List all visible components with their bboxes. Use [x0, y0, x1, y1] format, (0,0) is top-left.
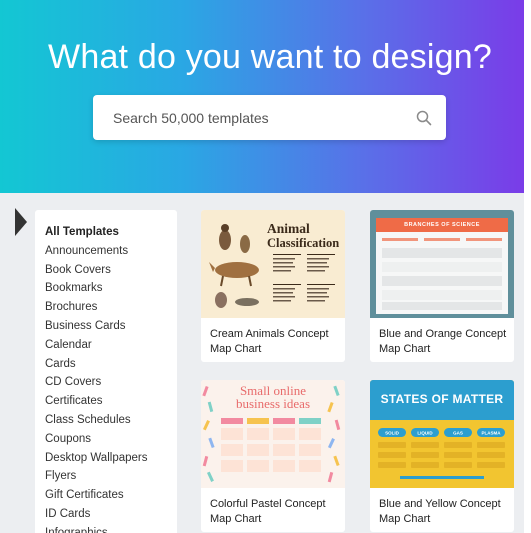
sidebar-item-calendar[interactable]: Calendar	[45, 336, 177, 355]
thumb-title: Small online business ideas	[201, 384, 345, 410]
sidebar-item-cd-covers[interactable]: CD Covers	[45, 373, 177, 392]
hero-title: What do you want to design?	[48, 38, 492, 76]
template-card-blue-yellow[interactable]: STATES OF MATTER SOLID LIQUID GAS PLASMA…	[370, 380, 514, 532]
pill-plasma: PLASMA	[482, 431, 502, 436]
sidebar-item-class-schedules[interactable]: Class Schedules	[45, 411, 177, 430]
sidebar-item-book-covers[interactable]: Book Covers	[45, 261, 177, 280]
thumb-sheet: BRANCHES OF SCIENCE	[376, 218, 508, 314]
table-rows-icon	[382, 238, 502, 310]
template-title[interactable]: Cream Animals Concept Map Chart	[210, 327, 340, 357]
template-search-box[interactable]	[93, 95, 446, 140]
right-edge	[524, 0, 531, 533]
pill-gas: GAS	[453, 431, 463, 436]
sidebar-item-flyers[interactable]: Flyers	[45, 467, 177, 486]
template-title[interactable]: Blue and Yellow Concept Map Chart	[379, 497, 509, 527]
template-title[interactable]: Colorful Pastel Concept Map Chart	[210, 497, 340, 527]
search-icon[interactable]	[416, 110, 432, 126]
sidebar-item-announcements[interactable]: Announcements	[45, 242, 177, 261]
sidebar-item-coupons[interactable]: Coupons	[45, 430, 177, 449]
sidebar-item-infographics[interactable]: Infographics	[45, 524, 177, 533]
thumb-title-line-2: business ideas	[235, 396, 311, 411]
template-card-colorful-pastel[interactable]: Small online business ideas Colorful Pas…	[201, 380, 345, 532]
template-thumbnail[interactable]: BRANCHES OF SCIENCE	[370, 210, 514, 318]
sidebar-item-id-cards[interactable]: ID Cards	[45, 505, 177, 524]
matter-pills-icon: SOLID LIQUID GAS PLASMA	[378, 428, 505, 479]
template-card-blue-orange[interactable]: BRANCHES OF SCIENCE Blue and Orange Conc…	[370, 210, 514, 362]
template-thumbnail[interactable]: Animal Classification	[201, 210, 345, 318]
sidebar-item-bookmarks[interactable]: Bookmarks	[45, 279, 177, 298]
sidebar-item-gift-certificates[interactable]: Gift Certificates	[45, 486, 177, 505]
template-thumbnail[interactable]: STATES OF MATTER SOLID LIQUID GAS PLASMA	[370, 380, 514, 488]
sidebar-item-all-templates[interactable]: All Templates	[45, 223, 177, 242]
pill-liquid: LIQUID	[417, 431, 433, 436]
sidebar-item-cards[interactable]: Cards	[45, 355, 177, 374]
sidebar-item-brochures[interactable]: Brochures	[45, 298, 177, 317]
template-card-cream-animals[interactable]: Animal Classification Cream Animals Conc…	[201, 210, 345, 362]
animal-illustrations-icon	[209, 224, 335, 308]
sidebar-item-business-cards[interactable]: Business Cards	[45, 317, 177, 336]
sidebar-toggle-arrow-icon[interactable]	[15, 208, 27, 236]
template-thumbnail[interactable]: Small online business ideas	[201, 380, 345, 488]
sidebar-item-desktop-wallpapers[interactable]: Desktop Wallpapers	[45, 449, 177, 468]
pill-solid: SOLID	[385, 431, 400, 436]
category-sidebar: All Templates Announcements Book Covers …	[35, 210, 177, 533]
sidebar-item-certificates[interactable]: Certificates	[45, 392, 177, 411]
search-input[interactable]	[93, 95, 393, 140]
template-title[interactable]: Blue and Orange Concept Map Chart	[379, 327, 509, 357]
